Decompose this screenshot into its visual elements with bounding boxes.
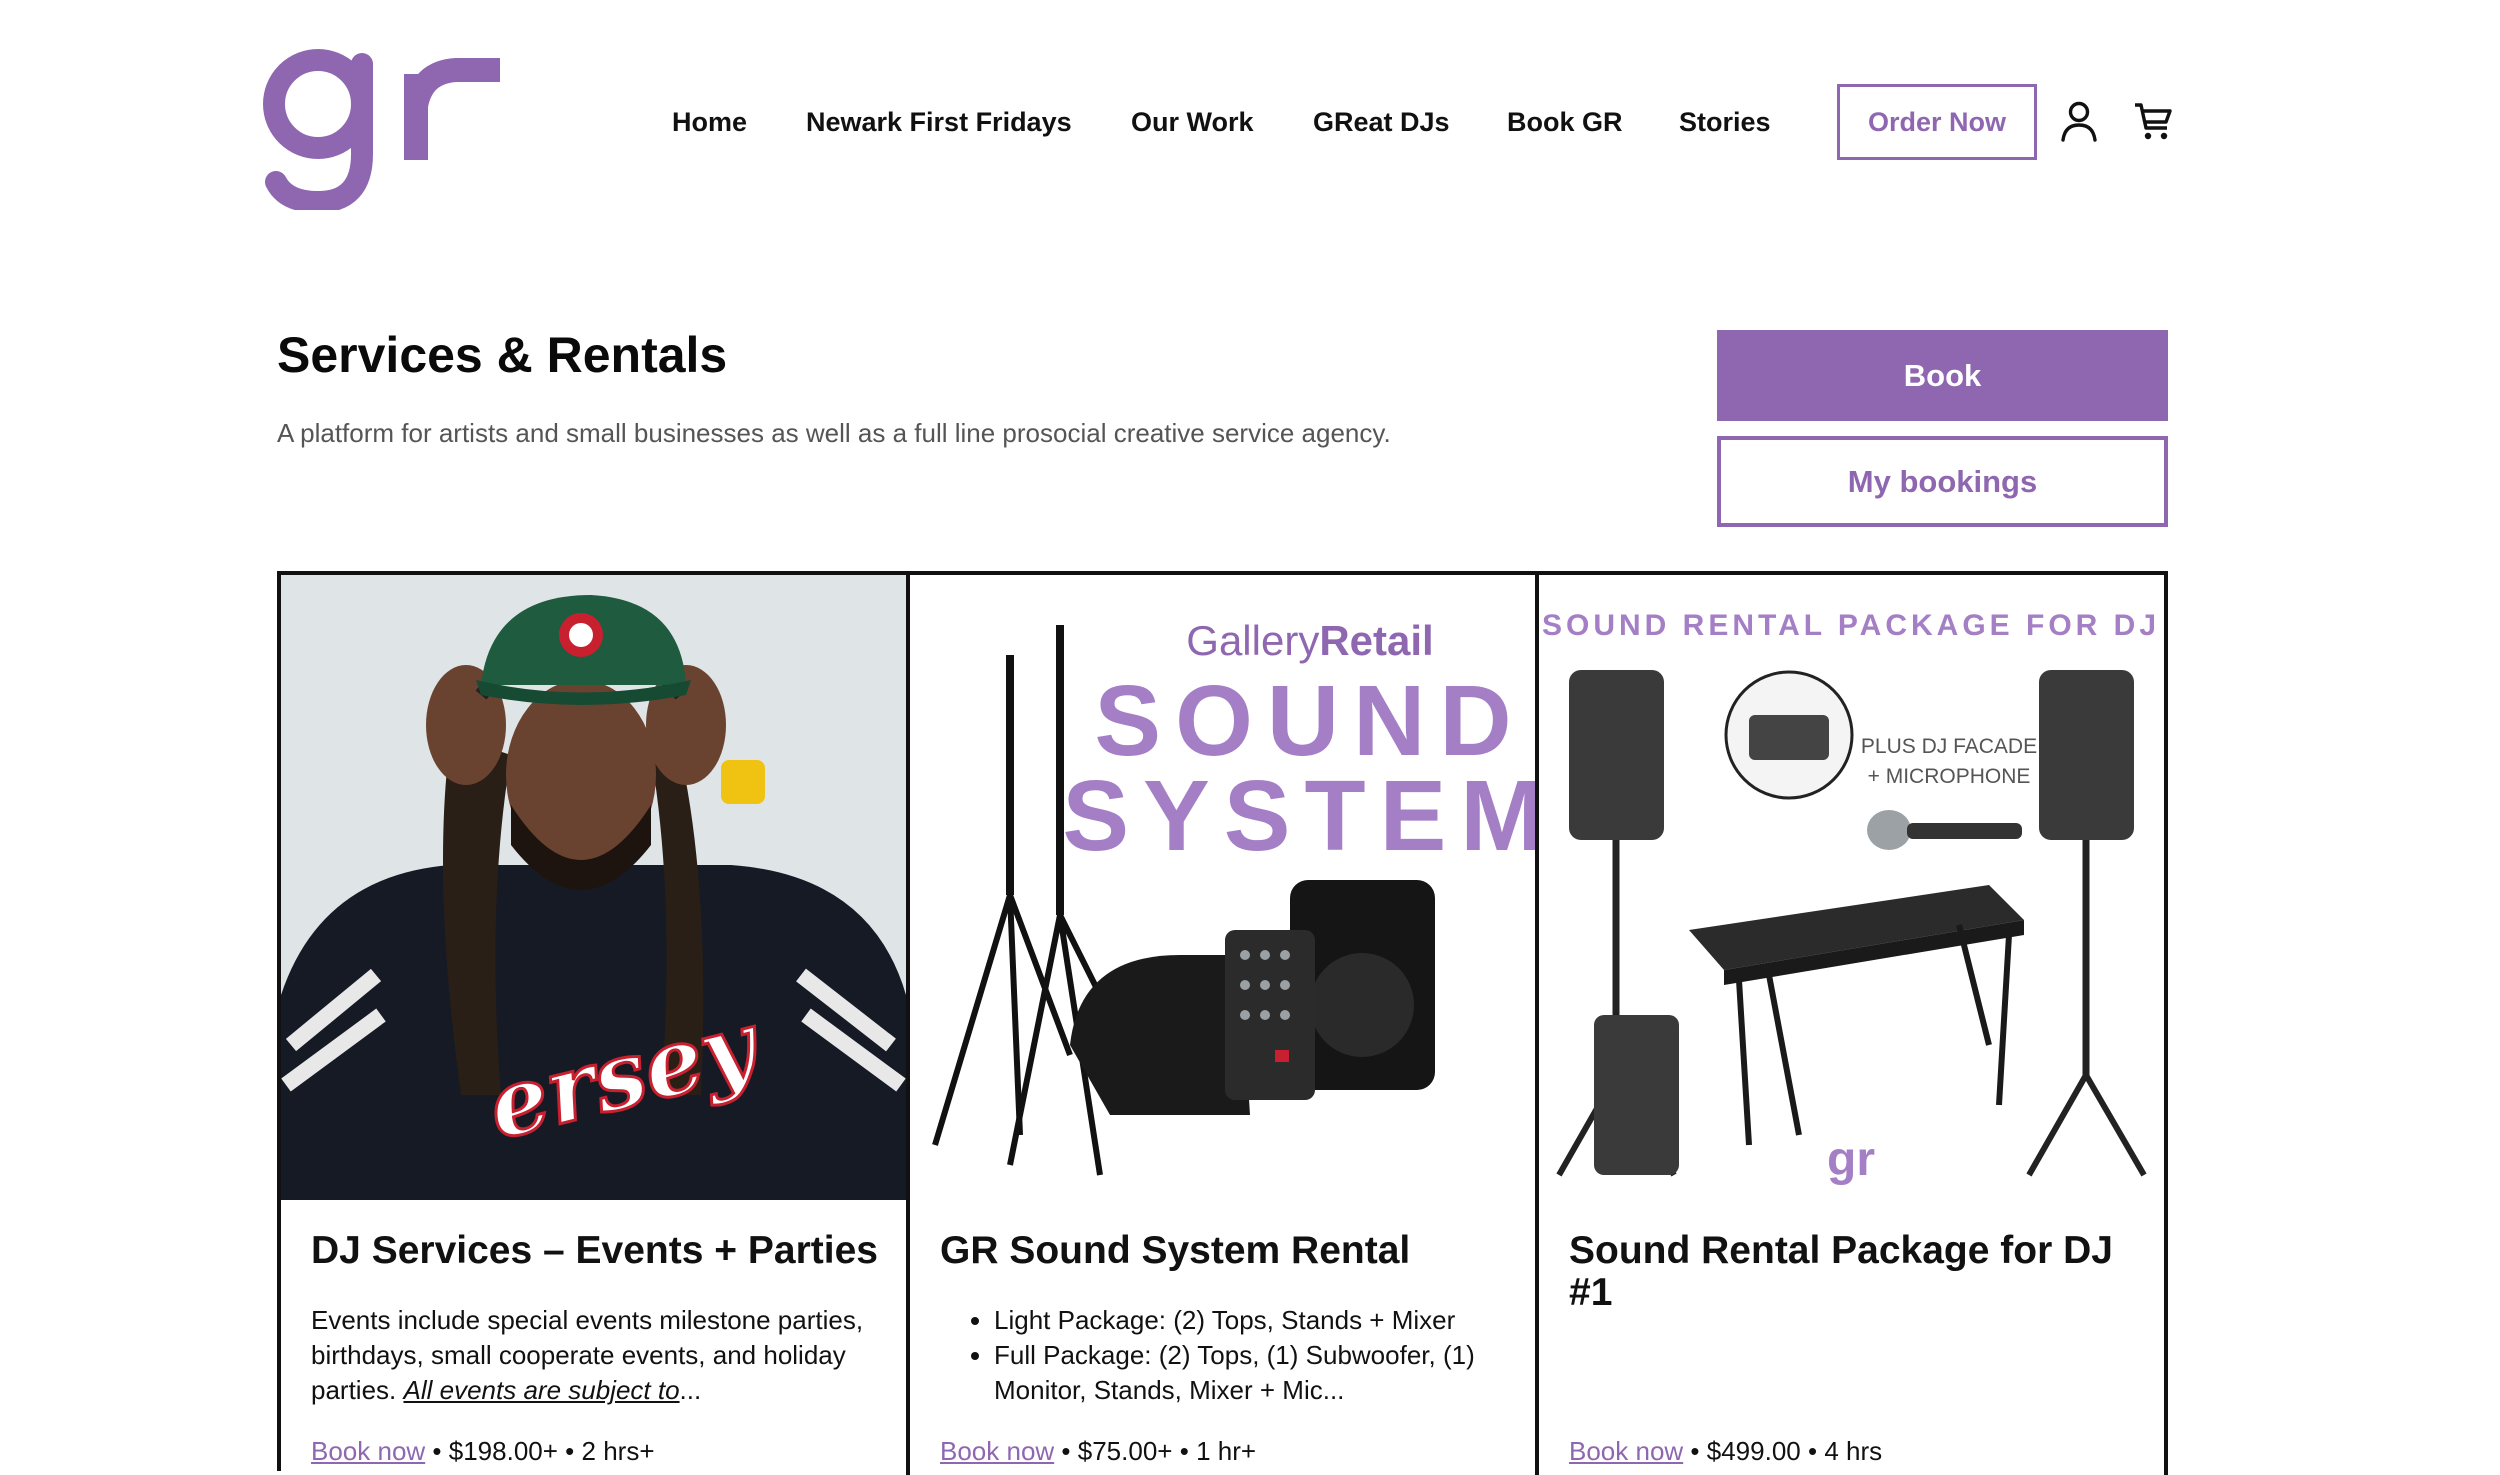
svg-text:gr: gr	[1827, 1133, 1875, 1186]
price: $198.00+	[448, 1436, 558, 1466]
duration: 1 hr+	[1196, 1436, 1257, 1466]
duration: 2 hrs+	[581, 1436, 655, 1466]
nav-home[interactable]: Home	[672, 104, 747, 140]
svg-text:SOUND RENTAL PACKAGE FOR DJ: SOUND RENTAL PACKAGE FOR DJ	[1542, 609, 2160, 642]
card-meta: Book now • $499.00 • 4 hrs	[1569, 1436, 1883, 1466]
page-subtitle: A platform for artists and small busines…	[277, 418, 1391, 448]
nav-great-djs[interactable]: GReat DJs	[1313, 104, 1450, 140]
book-now-link[interactable]: Book now	[940, 1436, 1054, 1466]
price: $75.00+	[1077, 1436, 1173, 1466]
nav-our-work[interactable]: Our Work	[1131, 104, 1254, 140]
card-title[interactable]: Sound Rental Package for DJ #1	[1569, 1230, 2149, 1314]
order-now-button[interactable]: Order Now	[1837, 84, 2037, 160]
nav-stories[interactable]: Stories	[1679, 104, 1771, 140]
nav-book-gr[interactable]: Book GR	[1507, 104, 1623, 140]
my-bookings-button[interactable]: My bookings	[1717, 436, 2168, 527]
book-button[interactable]: Book	[1717, 330, 2168, 421]
svg-text:SYSTEM: SYSTEM	[1062, 760, 1535, 872]
sound-system-image[interactable]: GalleryRetail SOUND SYSTEM	[910, 575, 1535, 1200]
price: $499.00	[1706, 1436, 1801, 1466]
dj-package-image[interactable]: SOUND RENTAL PACKAGE FOR DJ PLUS DJ FACA…	[1539, 575, 2164, 1200]
card-description: Events include special events milestone …	[311, 1305, 864, 1405]
package-item: Full Package: (2) Tops, (1) Subwoofer, (…	[994, 1338, 1515, 1408]
duration: 4 hrs	[1824, 1436, 1883, 1466]
package-item: Light Package: (2) Tops, Stands + Mixer	[994, 1303, 1515, 1338]
book-now-link[interactable]: Book now	[311, 1436, 425, 1466]
service-card-sound-system[interactable]: GalleryRetail SOUND SYSTEM GR Sound Syst…	[910, 575, 1539, 1475]
service-card-dj[interactable]: ersey ersey DJ Services – Events + Parti…	[281, 575, 910, 1475]
page-title: Services & Rentals	[277, 327, 728, 383]
dj-photo[interactable]: ersey ersey	[281, 575, 906, 1200]
services-grid: ersey ersey DJ Services – Events + Parti…	[277, 571, 2168, 1475]
card-title[interactable]: DJ Services – Events + Parties	[311, 1230, 891, 1272]
card-meta: Book now • $198.00+ • 2 hrs+	[311, 1436, 655, 1466]
service-card-dj-package[interactable]: SOUND RENTAL PACKAGE FOR DJ PLUS DJ FACA…	[1539, 575, 2168, 1475]
gr-logo[interactable]	[256, 30, 506, 210]
svg-text:PLUS DJ FACADE: PLUS DJ FACADE	[1861, 735, 2037, 758]
svg-text:GalleryRetail: GalleryRetail	[1186, 617, 1433, 664]
card-meta: Book now • $75.00+ • 1 hr+	[940, 1436, 1257, 1466]
user-icon[interactable]	[2059, 100, 2099, 142]
card-title[interactable]: GR Sound System Rental	[940, 1230, 1520, 1272]
svg-text:+ MICROPHONE: + MICROPHONE	[1868, 765, 2031, 788]
nav-newark-first-fridays[interactable]: Newark First Fridays	[806, 104, 1072, 140]
card-description: Light Package: (2) Tops, Stands + Mixer …	[940, 1303, 1515, 1408]
cart-icon[interactable]	[2133, 100, 2173, 142]
book-now-link[interactable]: Book now	[1569, 1436, 1683, 1466]
terms-link[interactable]: All events are subject to	[404, 1375, 680, 1405]
